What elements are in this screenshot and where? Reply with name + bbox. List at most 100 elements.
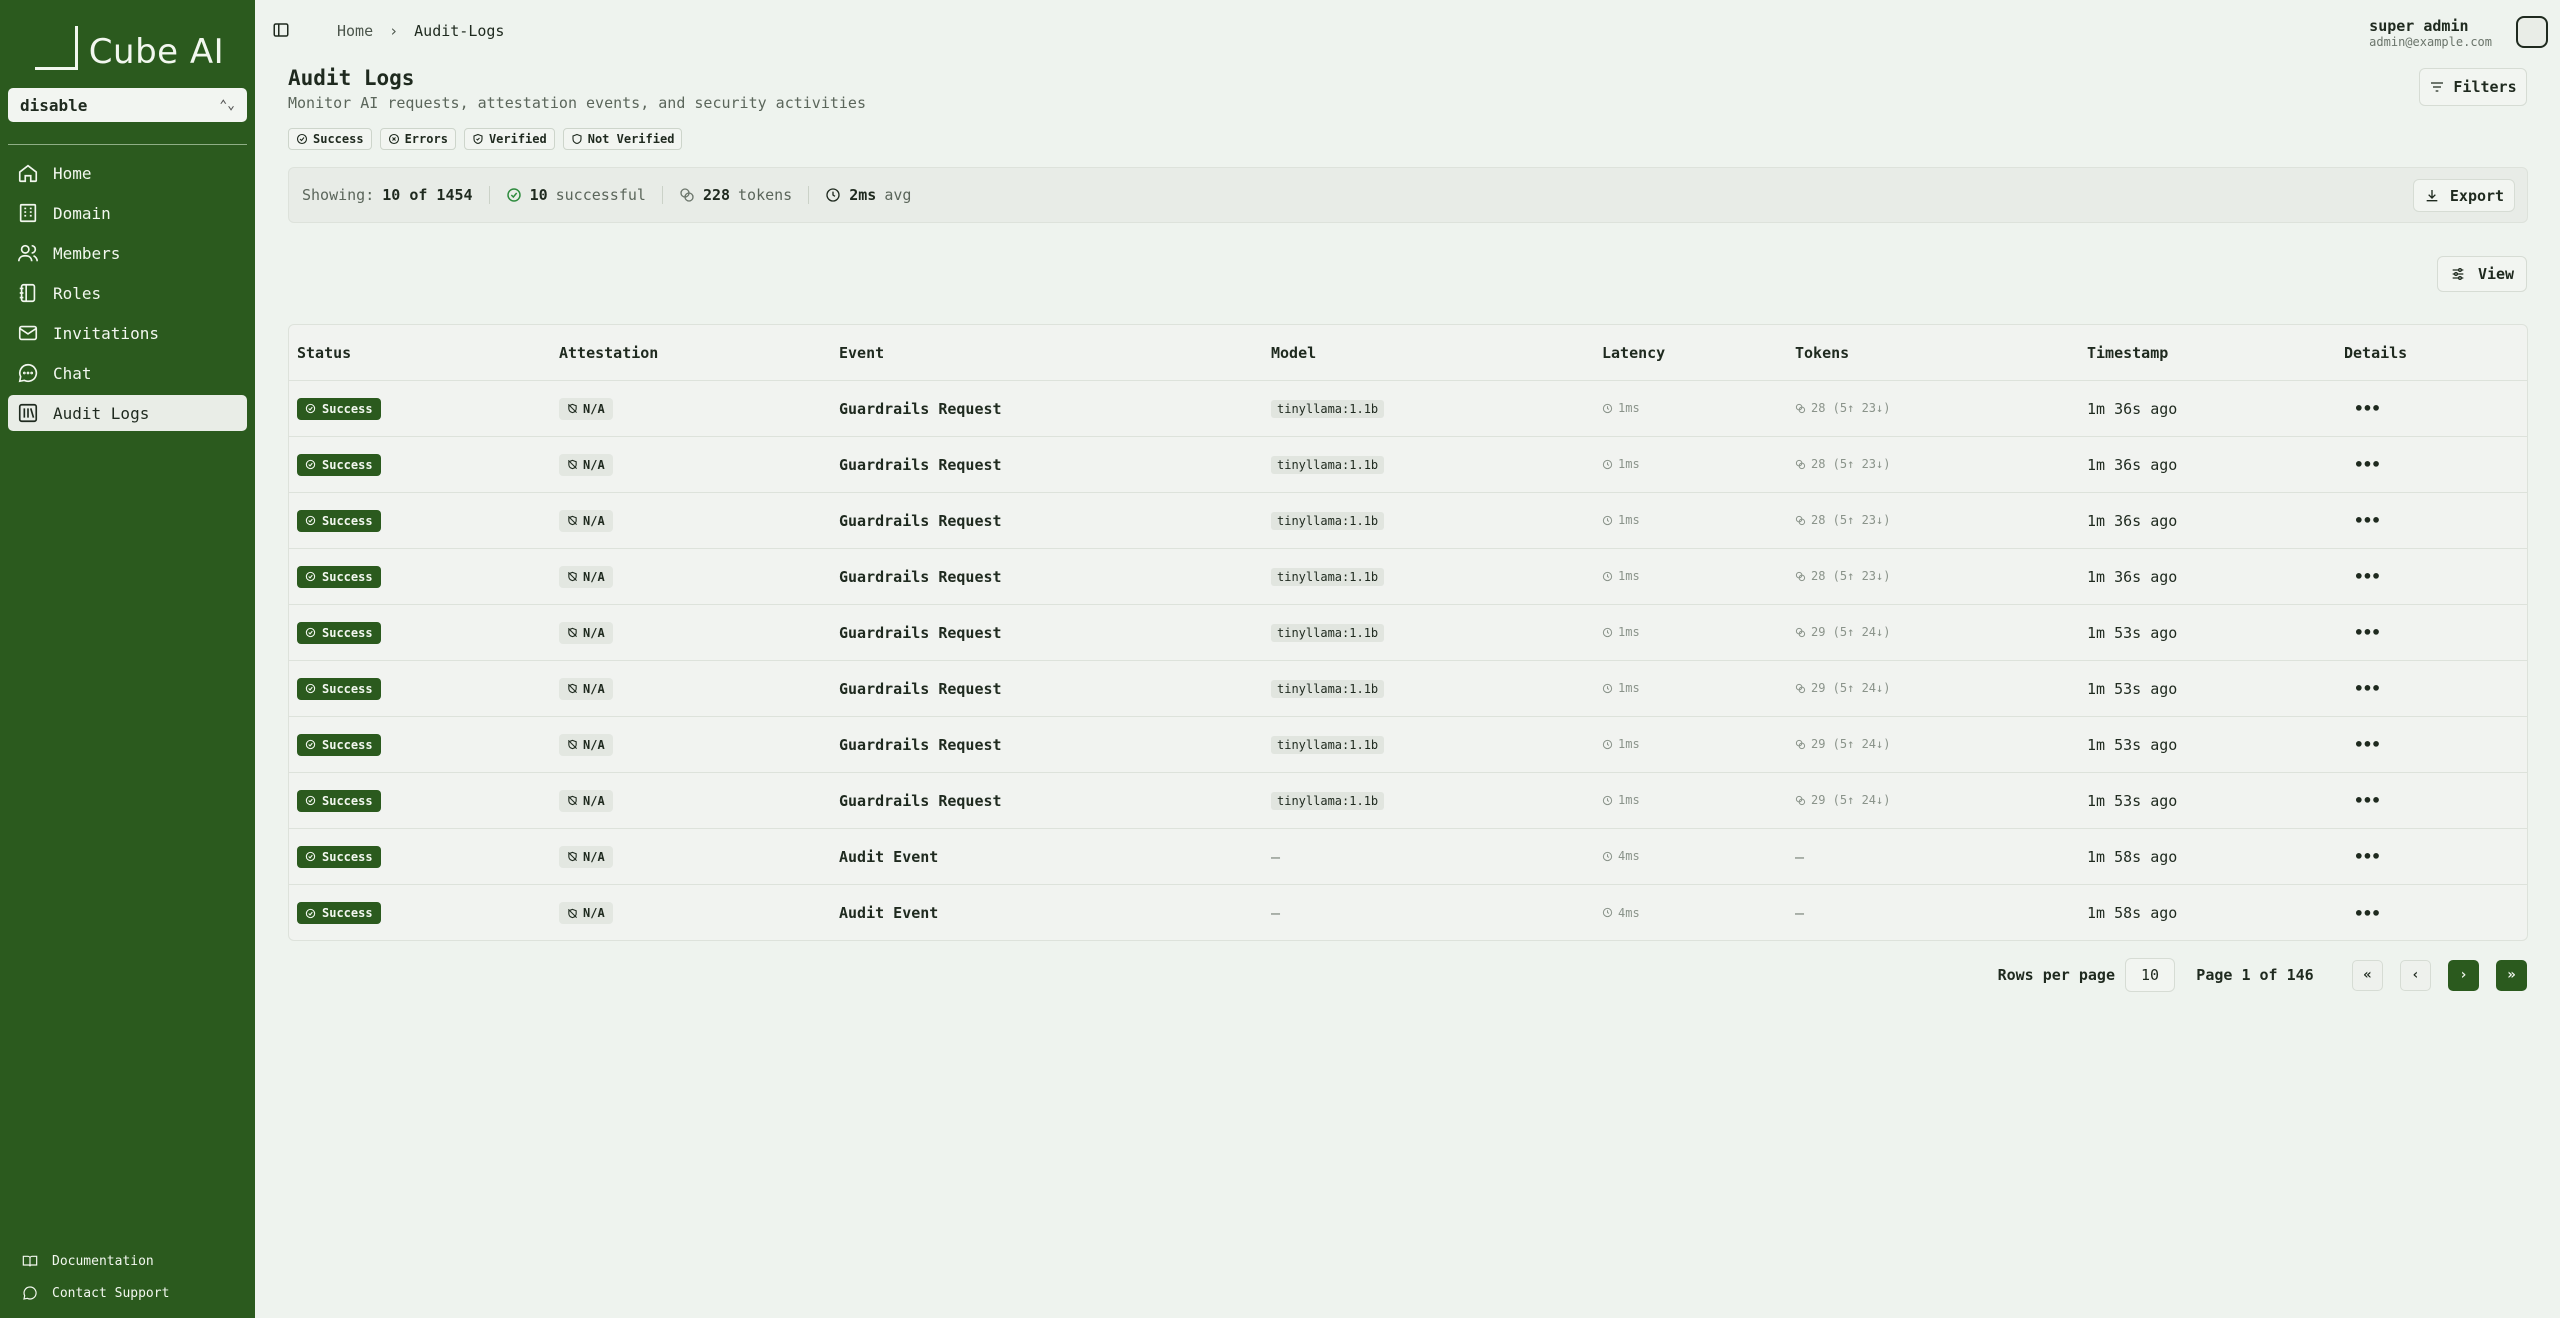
more-horizontal-icon[interactable]: ••• [2344, 399, 2381, 418]
sidebar: Cube AI disable ⌃⌄ Home Domain Members R… [0, 0, 255, 1318]
stats-divider [808, 186, 810, 204]
column-header-tokens[interactable]: Tokens [1787, 344, 2079, 362]
tokens-value: 228 [702, 186, 731, 204]
column-header-latency[interactable]: Latency [1594, 344, 1787, 362]
table-header: Status Attestation Event Model Latency T… [289, 325, 2527, 381]
table-row[interactable]: Success N/A Guardrails Request tinyllama:1.… [289, 493, 2527, 549]
export-button[interactable]: Export [2413, 179, 2515, 212]
rows-per-page-select[interactable]: 10 [2125, 958, 2175, 992]
event-name: Guardrails Request [839, 679, 1002, 698]
cell-event: Guardrails Request [831, 624, 1263, 642]
view-options-button[interactable]: View [2437, 256, 2527, 292]
table-row[interactable]: Success N/A Guardrails Request tinyllama:1.… [289, 773, 2527, 829]
tokens-empty: — [1795, 904, 1805, 922]
documentation-link[interactable]: Documentation [8, 1250, 247, 1272]
book-open-icon [22, 1255, 38, 1267]
cell-status: Success [289, 397, 551, 420]
more-horizontal-icon[interactable]: ••• [2344, 511, 2381, 530]
attestation-label: N/A [583, 849, 605, 864]
sidebar-item-label: Home [53, 163, 92, 183]
sidebar-item-home[interactable]: Home [8, 155, 247, 191]
check-circle-icon [296, 133, 308, 145]
table-row[interactable]: Success N/A Guardrails Request tinyllama:1.… [289, 381, 2527, 437]
model-tag: tinyllama:1.1b [1271, 624, 1385, 642]
table-row[interactable]: Success N/A Guardrails Request tinyllama:1.… [289, 717, 2527, 773]
sidebar-item-label: Invitations [53, 323, 159, 343]
column-header-event[interactable]: Event [831, 344, 1263, 362]
domain-select[interactable]: disable ⌃⌄ [8, 88, 247, 122]
more-horizontal-icon[interactable]: ••• [2344, 567, 2381, 586]
sidebar-item-roles[interactable]: Roles [8, 275, 247, 311]
breadcrumb-home[interactable]: Home [337, 22, 373, 40]
cell-model: — [1263, 848, 1594, 866]
table-row[interactable]: Success N/A Audit Event — 4ms — 1m 58s ago ••• [289, 885, 2527, 940]
chip-errors[interactable]: Errors [379, 128, 456, 150]
table-row[interactable]: Success N/A Guardrails Request tinyllama:1.… [289, 605, 2527, 661]
coins-icon [1795, 795, 1806, 805]
column-header-timestamp[interactable]: Timestamp [2079, 344, 2336, 362]
sidebar-item-audit-logs[interactable]: Audit Logs [8, 395, 247, 431]
cell-attestation: N/A [551, 509, 831, 532]
sidebar-item-members[interactable]: Members [8, 235, 247, 271]
table-row[interactable]: Success N/A Guardrails Request tinyllama:1.… [289, 437, 2527, 493]
cell-latency: 4ms [1594, 904, 1787, 922]
more-horizontal-icon[interactable]: ••• [2344, 623, 2381, 642]
shield-icon [572, 133, 582, 145]
last-page-button[interactable]: » [2496, 959, 2527, 991]
more-horizontal-icon[interactable]: ••• [2344, 847, 2381, 866]
more-horizontal-icon[interactable]: ••• [2344, 904, 2381, 923]
mail-icon [18, 325, 38, 341]
more-horizontal-icon[interactable]: ••• [2344, 455, 2381, 474]
chat-icon [18, 363, 38, 383]
shield-off-icon [567, 627, 578, 638]
model-tag: tinyllama:1.1b [1271, 736, 1385, 754]
sidebar-item-label: Chat [53, 363, 92, 383]
cell-details: ••• [2336, 399, 2516, 418]
sidebar-item-domain[interactable]: Domain [8, 195, 247, 231]
column-header-status[interactable]: Status [289, 344, 551, 362]
status-label: Success [322, 681, 373, 696]
model-tag: tinyllama:1.1b [1271, 792, 1385, 810]
filters-button[interactable]: Filters [2419, 68, 2527, 106]
model-tag: tinyllama:1.1b [1271, 400, 1385, 418]
chip-label: Verified [488, 132, 547, 146]
cell-attestation: N/A [551, 845, 831, 868]
more-horizontal-icon[interactable]: ••• [2344, 735, 2381, 754]
more-horizontal-icon[interactable]: ••• [2344, 791, 2381, 810]
clock-icon [1602, 795, 1613, 805]
previous-page-button[interactable]: ‹ [2400, 959, 2431, 991]
latency-value: 2ms [849, 186, 877, 204]
status-badge: Success [297, 677, 381, 700]
tokens-text: 28 (5↑ 23↓) [1811, 457, 1891, 471]
column-header-attestation[interactable]: Attestation [551, 344, 831, 362]
sidebar-item-label: Audit Logs [53, 403, 150, 423]
status-badge: Success [297, 397, 381, 420]
table-row[interactable]: Success N/A Audit Event — 4ms — 1m 58s ago ••• [289, 829, 2527, 885]
table-row[interactable]: Success N/A Guardrails Request tinyllama:1.… [289, 549, 2527, 605]
next-page-button[interactable]: › [2448, 959, 2479, 991]
chip-success[interactable]: Success [288, 128, 372, 150]
chip-not-verified[interactable]: Not Verified [562, 128, 683, 150]
tokens-label: tokens [738, 186, 793, 204]
user-email: admin@example.com [2369, 35, 2492, 49]
attestation-label: N/A [583, 906, 605, 920]
cell-attestation: N/A [551, 902, 831, 924]
more-horizontal-icon[interactable]: ••• [2344, 679, 2381, 698]
clock-icon [1602, 627, 1613, 637]
chip-verified[interactable]: Verified [463, 128, 555, 150]
contact-support-label: Contact Support [52, 1285, 170, 1301]
sidebar-item-invitations[interactable]: Invitations [8, 315, 247, 351]
cell-attestation: N/A [551, 621, 831, 644]
table-row[interactable]: Success N/A Guardrails Request tinyllama:1.… [289, 661, 2527, 717]
first-page-button[interactable]: « [2352, 959, 2383, 991]
cell-model: — [1263, 904, 1594, 922]
sidebar-item-chat[interactable]: Chat [8, 355, 247, 391]
column-header-model[interactable]: Model [1263, 344, 1594, 362]
tokens-text: 29 (5↑ 24↓) [1811, 737, 1891, 751]
contact-support-link[interactable]: Contact Support [8, 1282, 247, 1304]
sidebar-toggle-icon[interactable] [272, 21, 290, 39]
avatar[interactable] [2516, 16, 2548, 48]
app-logo[interactable]: Cube AI [0, 0, 255, 78]
attestation-label: N/A [583, 681, 605, 696]
breadcrumb: Home › Audit-Logs [337, 22, 504, 40]
